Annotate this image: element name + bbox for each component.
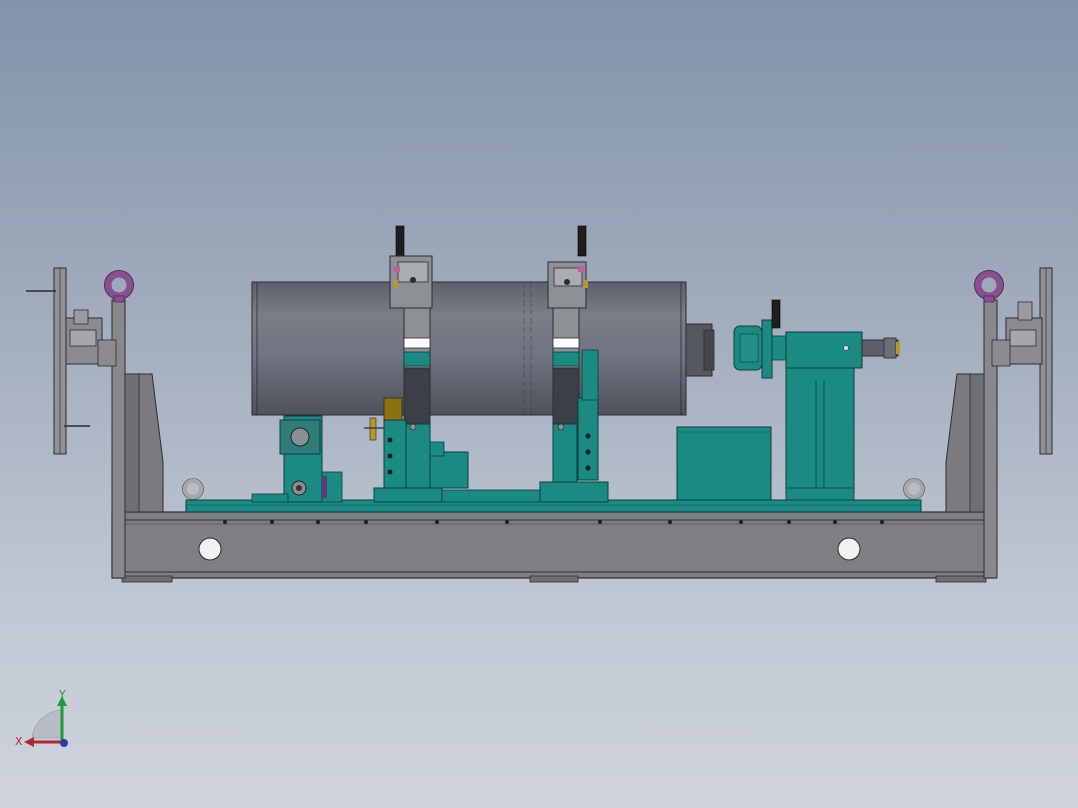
control-box[interactable] (676, 426, 772, 501)
support-block-left[interactable] (251, 415, 343, 503)
y-axis-label: Y (58, 688, 66, 701)
z-axis-icon (60, 739, 68, 747)
left-end-plate[interactable] (26, 267, 117, 455)
right-lifting-eye[interactable] (974, 270, 1004, 303)
x-axis-label: X (15, 735, 23, 748)
right-end-plate[interactable] (991, 267, 1053, 455)
cylinder-drum[interactable] (251, 281, 715, 416)
cad-viewport[interactable]: Y X (0, 0, 1078, 808)
left-lifting-eye[interactable] (104, 270, 134, 303)
plate-eye-right[interactable] (903, 478, 925, 500)
gearbox[interactable] (733, 299, 787, 379)
plate-eye-left[interactable] (182, 478, 204, 500)
motor-unit[interactable] (785, 331, 900, 501)
cad-model-view[interactable] (0, 0, 1078, 808)
triad-plane-icon (31, 709, 63, 739)
center-rail (441, 489, 541, 503)
coordinate-triad: Y X (15, 688, 68, 748)
